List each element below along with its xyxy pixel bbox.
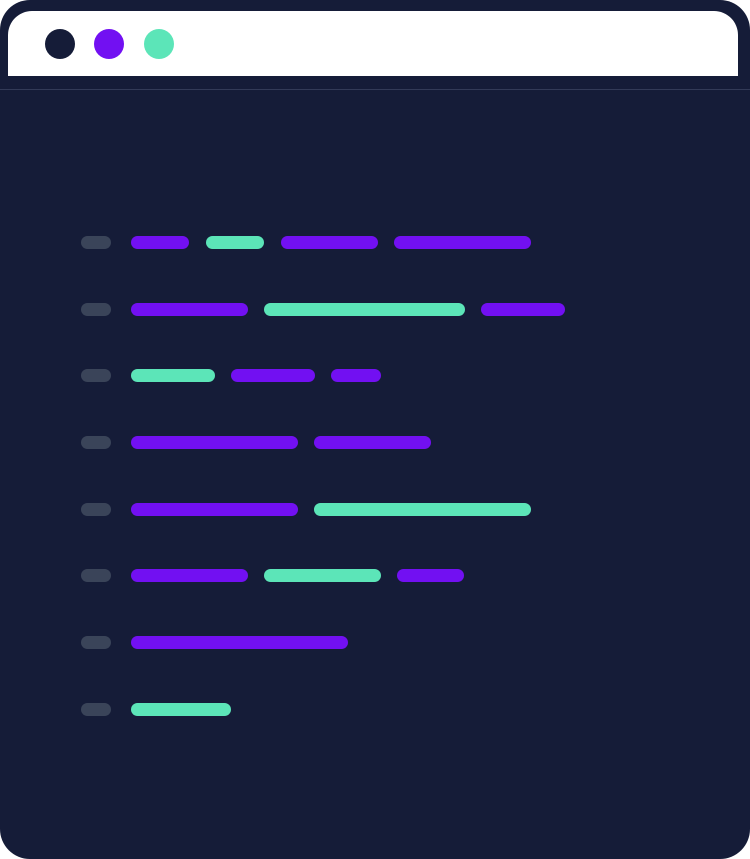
- code-token-purple: [331, 369, 381, 382]
- code-token-mint: [264, 303, 465, 316]
- line-number-marker: [81, 703, 111, 716]
- code-token-purple: [131, 303, 248, 316]
- code-token-purple: [131, 436, 298, 449]
- line-number-marker: [81, 503, 111, 516]
- line-number-marker: [81, 236, 111, 249]
- code-line: [81, 236, 701, 249]
- code-line: [81, 503, 701, 516]
- code-line: [81, 303, 701, 316]
- code-token-purple: [281, 236, 378, 249]
- code-token-mint: [206, 236, 264, 249]
- code-editor-window: [0, 0, 750, 859]
- code-token-purple: [394, 236, 531, 249]
- code-line: [81, 569, 701, 582]
- code-line: [81, 636, 701, 649]
- code-token-purple: [131, 236, 189, 249]
- code-token-purple: [231, 369, 315, 382]
- code-token-mint: [314, 503, 531, 516]
- code-area: [0, 0, 750, 859]
- code-token-purple: [131, 569, 248, 582]
- code-token-purple: [314, 436, 431, 449]
- line-number-marker: [81, 436, 111, 449]
- line-number-marker: [81, 569, 111, 582]
- line-number-marker: [81, 636, 111, 649]
- code-line: [81, 369, 701, 382]
- code-token-mint: [264, 569, 381, 582]
- code-token-purple: [397, 569, 464, 582]
- code-token-mint: [131, 369, 215, 382]
- code-token-purple: [131, 636, 348, 649]
- code-token-purple: [131, 503, 298, 516]
- code-line: [81, 436, 701, 449]
- code-token-purple: [481, 303, 565, 316]
- line-number-marker: [81, 303, 111, 316]
- code-token-mint: [131, 703, 231, 716]
- line-number-marker: [81, 369, 111, 382]
- code-line: [81, 703, 701, 716]
